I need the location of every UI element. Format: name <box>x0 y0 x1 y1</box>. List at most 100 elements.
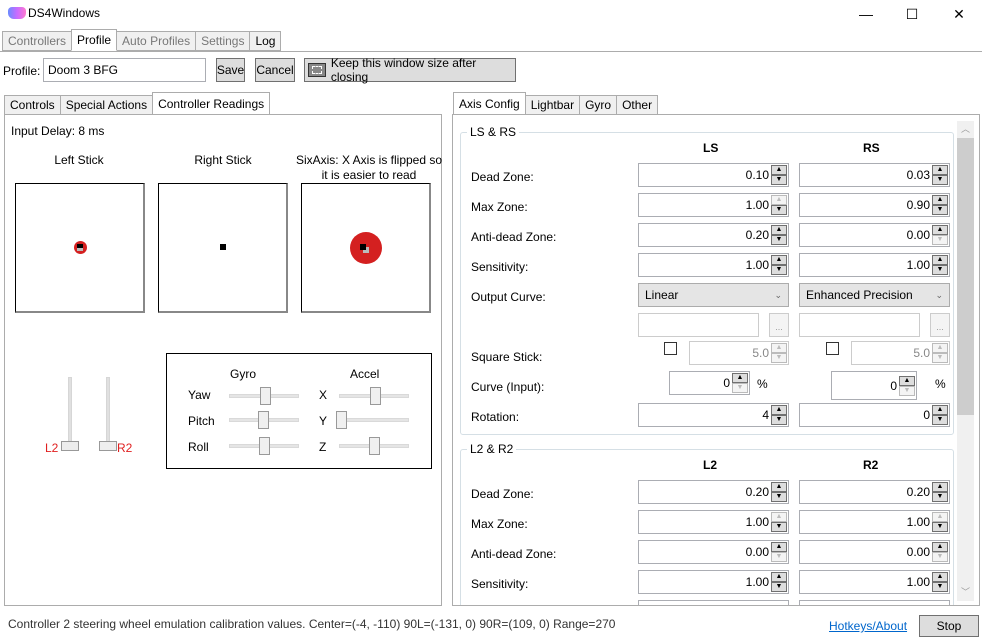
spin-up-icon[interactable]: ▲ <box>932 195 948 205</box>
ls-custom-curve-input[interactable] <box>638 313 759 337</box>
gyro-pitch-slider[interactable] <box>229 411 299 429</box>
accel-x-thumb[interactable] <box>370 387 381 405</box>
spin-up-icon[interactable]: ▲ <box>732 373 748 383</box>
accel-x-slider[interactable] <box>339 387 409 405</box>
tab-controllers[interactable]: Controllers <box>2 31 73 51</box>
spin-up-icon[interactable]: ▲ <box>771 343 787 353</box>
rs-curve-spinner[interactable]: ▲ ▼ <box>899 375 915 396</box>
gyro-pitch-thumb[interactable] <box>258 411 269 429</box>
spin-down-icon[interactable]: ▼ <box>771 235 787 245</box>
l2-dead-zone-input[interactable]: 0.20 ▲ ▼ <box>638 480 789 504</box>
gyro-yaw-thumb[interactable] <box>260 387 271 405</box>
spin-up-icon[interactable]: ▲ <box>771 195 787 205</box>
spin-down-icon[interactable]: ▼ <box>932 353 948 363</box>
spin-down-icon[interactable]: ▼ <box>771 522 787 532</box>
ls-dead-zone-spinner[interactable]: ▲ ▼ <box>771 165 787 185</box>
gyro-roll-thumb[interactable] <box>259 437 270 455</box>
spin-up-icon[interactable]: ▲ <box>771 255 787 265</box>
l2-sensitivity-input[interactable]: 1.00 ▲ ▼ <box>638 570 789 594</box>
r2-slider-track[interactable] <box>106 377 110 447</box>
spin-down-icon[interactable]: ▼ <box>932 582 948 592</box>
next-row-input[interactable] <box>638 600 789 605</box>
spin-up-icon[interactable]: ▲ <box>932 225 948 235</box>
l2-anti-dead-zone-spinner[interactable]: ▲ ▼ <box>771 542 787 562</box>
rs-sensitivity-input[interactable]: 1.00 ▲ ▼ <box>799 253 950 277</box>
save-button[interactable]: Save <box>216 58 245 82</box>
spin-down-icon[interactable]: ▼ <box>932 552 948 562</box>
rs-custom-curve-input[interactable] <box>799 313 920 337</box>
r2-max-zone-spinner[interactable]: ▲ ▼ <box>932 512 948 532</box>
tab-profile[interactable]: Profile <box>71 29 118 51</box>
ls-anti-dead-zone-spinner[interactable]: ▲ ▼ <box>771 225 787 245</box>
rs-curve-input[interactable]: 0 ▲ ▼ <box>831 371 917 400</box>
spin-down-icon[interactable]: ▼ <box>932 235 948 245</box>
spin-down-icon[interactable]: ▼ <box>771 415 787 425</box>
l2-sensitivity-spinner[interactable]: ▲ ▼ <box>771 572 787 592</box>
rs-max-zone-spinner[interactable]: ▲ ▼ <box>932 195 948 215</box>
ls-square-stick-roundness[interactable]: 5.0 ▲ ▼ <box>689 341 789 365</box>
ls-rotation-spinner[interactable]: ▲ ▼ <box>771 405 787 425</box>
r2-slider-thumb[interactable] <box>99 441 117 451</box>
tab-special-actions[interactable]: Special Actions <box>59 95 154 115</box>
ls-max-zone-input[interactable]: 1.00 ▲ ▼ <box>638 193 789 217</box>
l2-slider-track[interactable] <box>68 377 72 447</box>
spin-down-icon[interactable]: ▼ <box>771 582 787 592</box>
spin-up-icon[interactable]: ▲ <box>771 405 787 415</box>
spin-up-icon[interactable]: ▲ <box>899 375 915 386</box>
spin-up-icon[interactable]: ▲ <box>932 255 948 265</box>
ls-curve-input[interactable]: 0 ▲ ▼ <box>669 371 750 395</box>
vertical-scrollbar[interactable]: ︿ ﹀ <box>957 121 974 601</box>
spin-down-icon[interactable]: ▼ <box>771 492 787 502</box>
close-button[interactable]: ✕ <box>936 0 982 28</box>
spin-down-icon[interactable]: ▼ <box>932 415 948 425</box>
gyro-roll-slider[interactable] <box>229 437 299 455</box>
r2-dead-zone-spinner[interactable]: ▲ ▼ <box>932 482 948 502</box>
accel-z-thumb[interactable] <box>369 437 380 455</box>
maximize-button[interactable]: ☐ <box>889 0 935 28</box>
r2-sensitivity-spinner[interactable]: ▲ ▼ <box>932 572 948 592</box>
spin-down-icon[interactable]: ▼ <box>771 205 787 215</box>
scroll-up-icon[interactable]: ︿ <box>957 121 974 138</box>
tab-lightbar[interactable]: Lightbar <box>524 95 581 115</box>
spin-up-icon[interactable]: ▲ <box>771 512 787 522</box>
l2-slider-thumb[interactable] <box>61 441 79 451</box>
ls-sensitivity-spinner[interactable]: ▲ ▼ <box>771 255 787 275</box>
keep-window-size-button[interactable]: Keep this window size after closing <box>304 56 516 84</box>
tab-auto-profiles[interactable]: Auto Profiles <box>116 31 197 51</box>
r2-anti-dead-zone-input[interactable]: 0.00 ▲ ▼ <box>799 540 950 564</box>
ls-dead-zone-input[interactable]: 0.10 ▲ ▼ <box>638 163 789 187</box>
ls-custom-curve-button[interactable]: ... <box>769 313 789 337</box>
r2-max-zone-input[interactable]: 1.00 ▲ ▼ <box>799 510 950 534</box>
spin-up-icon[interactable]: ▲ <box>932 165 948 175</box>
ls-output-curve-select[interactable]: Linear ⌄ <box>638 283 789 307</box>
spin-up-icon[interactable]: ▲ <box>932 542 948 552</box>
spin-up-icon[interactable]: ▲ <box>771 572 787 582</box>
spin-down-icon[interactable]: ▼ <box>732 383 748 393</box>
rs-rotation-spinner[interactable]: ▲ ▼ <box>932 405 948 425</box>
l2-dead-zone-spinner[interactable]: ▲ ▼ <box>771 482 787 502</box>
spin-up-icon[interactable]: ▲ <box>771 482 787 492</box>
rs-output-curve-select[interactable]: Enhanced Precision ⌄ <box>799 283 950 307</box>
spin-down-icon[interactable]: ▼ <box>932 492 948 502</box>
spin-up-icon[interactable]: ▲ <box>771 542 787 552</box>
rs-square-stick-checkbox[interactable] <box>826 342 839 355</box>
r2-anti-dead-zone-spinner[interactable]: ▲ ▼ <box>932 542 948 562</box>
l2-anti-dead-zone-input[interactable]: 0.00 ▲ ▼ <box>638 540 789 564</box>
profile-name-input[interactable] <box>43 58 206 82</box>
tab-axis-config[interactable]: Axis Config <box>453 92 526 115</box>
ls-rotation-input[interactable]: 4 ▲ ▼ <box>638 403 789 427</box>
ls-sensitivity-input[interactable]: 1.00 ▲ ▼ <box>638 253 789 277</box>
accel-y-thumb[interactable] <box>336 411 347 429</box>
ls-anti-dead-zone-input[interactable]: 0.20 ▲ ▼ <box>638 223 789 247</box>
rs-max-zone-input[interactable]: 0.90 ▲ ▼ <box>799 193 950 217</box>
stop-button[interactable]: Stop <box>919 615 979 637</box>
ls-max-zone-spinner[interactable]: ▲ ▼ <box>771 195 787 215</box>
scroll-down-icon[interactable]: ﹀ <box>957 584 974 601</box>
r2-sensitivity-input[interactable]: 1.00 ▲ ▼ <box>799 570 950 594</box>
accel-z-slider[interactable] <box>339 437 409 455</box>
spin-up-icon[interactable]: ▲ <box>771 225 787 235</box>
minimize-button[interactable]: — <box>843 0 889 28</box>
spin-up-icon[interactable]: ▲ <box>932 512 948 522</box>
rs-custom-curve-button[interactable]: ... <box>930 313 950 337</box>
tab-controls[interactable]: Controls <box>4 95 61 115</box>
